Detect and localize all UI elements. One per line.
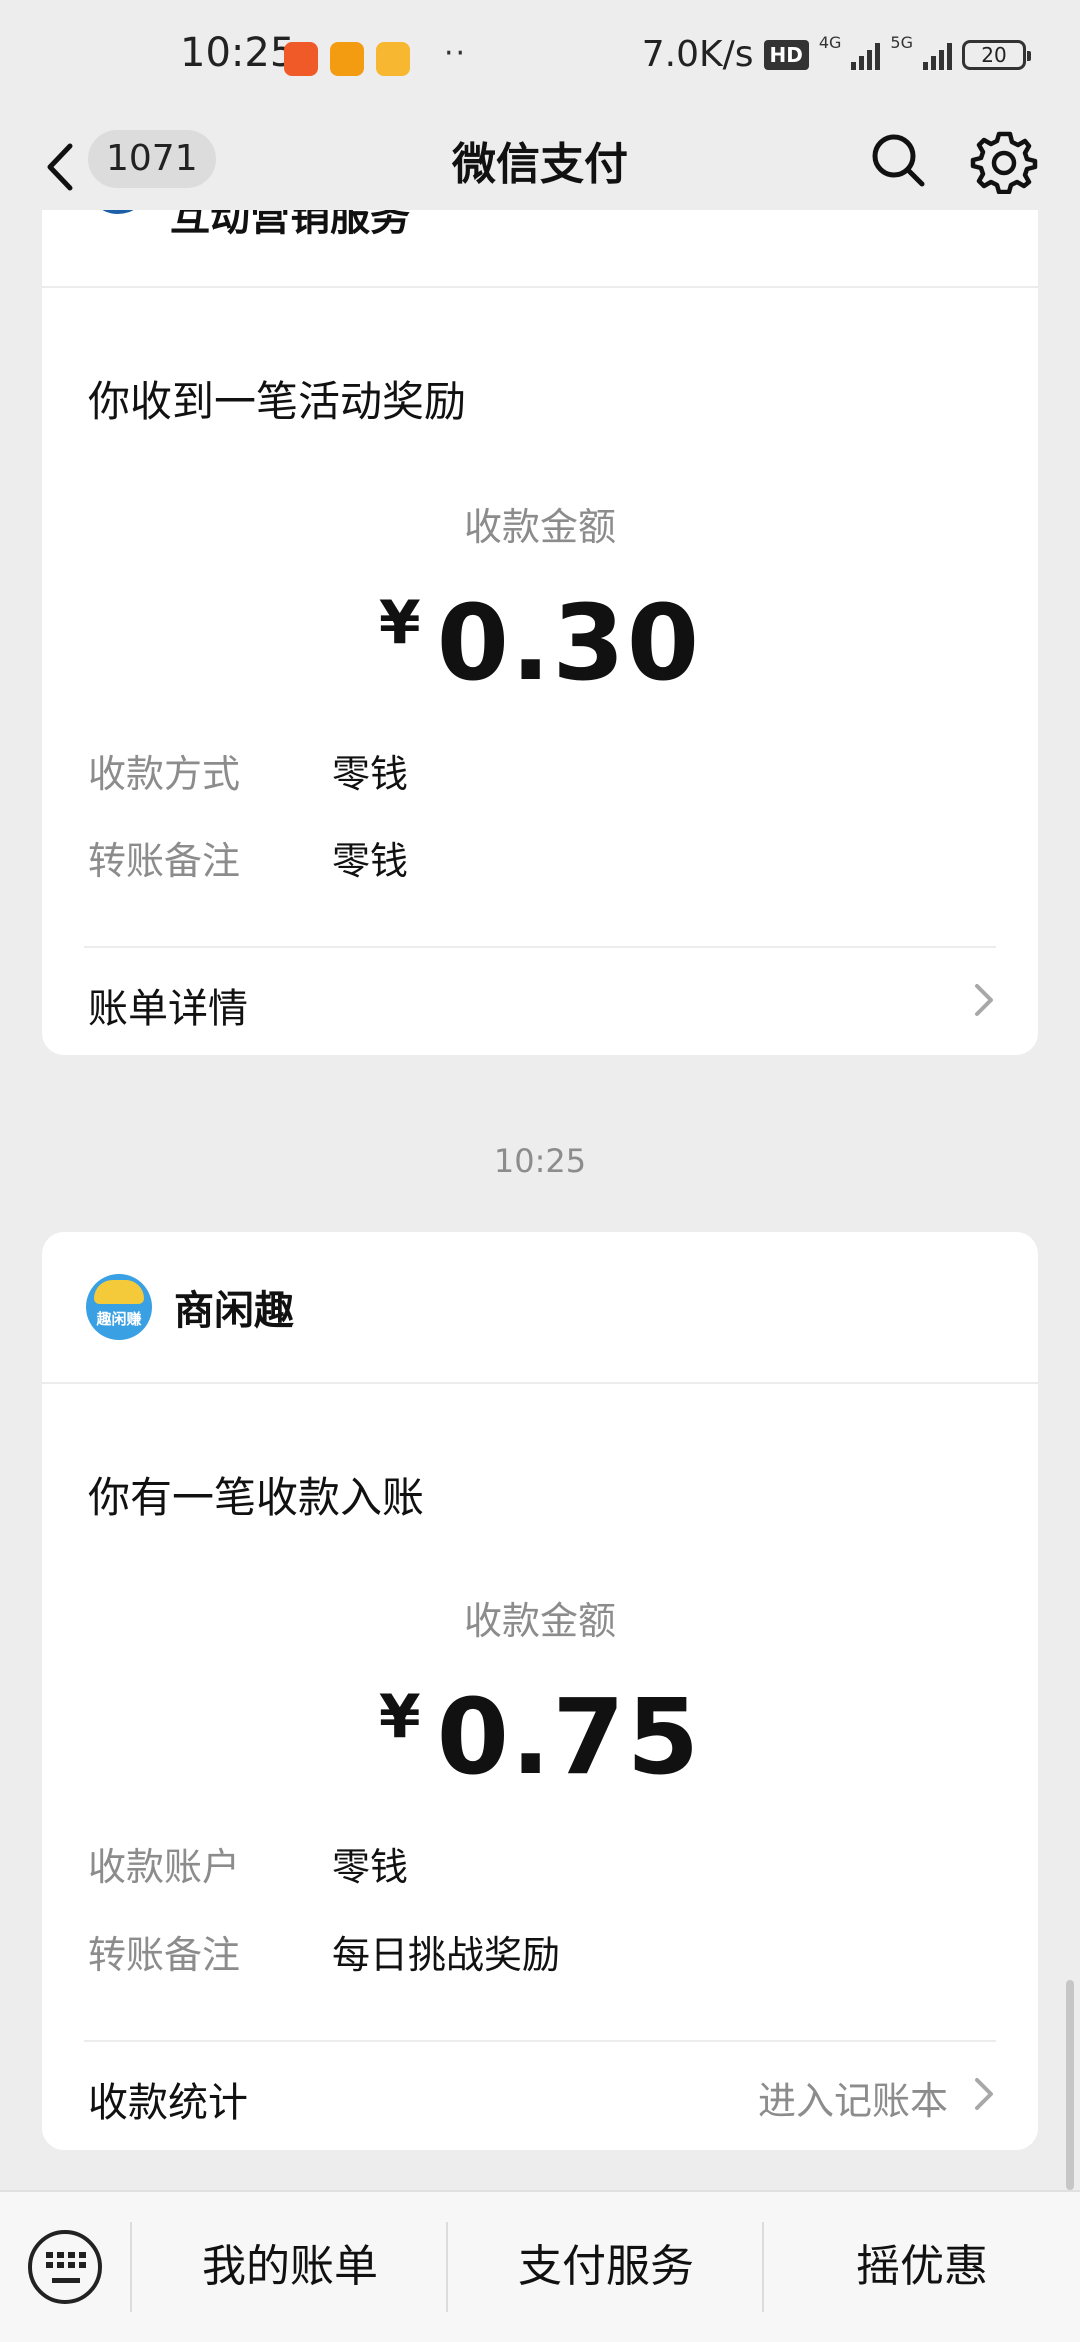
merchant-name: 商闲趣: [174, 1288, 294, 1334]
network-speed: 7.0K/s: [641, 34, 754, 75]
amount-value: 0.75: [436, 1676, 702, 1798]
gallery-app-icon: [376, 42, 410, 76]
chevron-right-icon[interactable]: [970, 978, 998, 1022]
merchant-header[interactable]: IE 互动营销服务: [42, 210, 1038, 288]
detail-label: 转账备注: [88, 839, 241, 883]
search-button[interactable]: [866, 128, 930, 192]
menu-shake-offers[interactable]: 摇优惠: [764, 2232, 1080, 2302]
message-title: 你收到一笔活动奖励: [88, 377, 467, 426]
payment-message-card: IE 互动营销服务 你收到一笔活动奖励 收款金额 ¥0.30 收款方式 零钱 转…: [42, 210, 1038, 1055]
gear-icon: [970, 131, 1038, 195]
signal-bars-icon: [851, 40, 881, 70]
divider: [84, 2040, 996, 2042]
status-app-icons: [284, 42, 410, 76]
status-time: 10:25: [180, 30, 296, 76]
amount-display: ¥0.75: [42, 1676, 1038, 1798]
merchant-name: 互动营销服务: [170, 210, 410, 240]
bill-details-link[interactable]: 账单详情: [88, 976, 248, 1034]
amount-value: 0.30: [436, 582, 702, 704]
open-ledger-link[interactable]: 进入记账本: [758, 2070, 948, 2125]
status-bar: 10:25 ·· 7.0K/s HD 4G 5G 20: [0, 0, 1080, 110]
menu-payment-services[interactable]: 支付服务: [448, 2232, 764, 2302]
menu-my-bills[interactable]: 我的账单: [132, 2232, 448, 2302]
back-button[interactable]: [40, 132, 80, 202]
chevron-left-icon: [47, 143, 73, 191]
chevron-right-icon[interactable]: [970, 2072, 998, 2116]
payment-stats-link[interactable]: 收款统计: [88, 2070, 248, 2128]
amount-label: 收款金额: [463, 505, 616, 549]
bottom-menu-bar: 我的账单 支付服务 摇优惠: [0, 2190, 1080, 2342]
unread-count-badge[interactable]: 1071: [88, 130, 216, 188]
network-5g-label: 5G: [890, 33, 913, 52]
currency-symbol: ¥: [378, 588, 421, 658]
hd-badge: HD: [763, 39, 809, 70]
merchant-header[interactable]: 趣闲赚 商闲趣: [42, 1232, 1038, 1384]
keyboard-icon: [46, 2252, 86, 2268]
status-more-indicator: ··: [444, 36, 468, 71]
detail-label: 收款账户: [88, 1845, 241, 1889]
detail-value: 每日挑战奖励: [332, 1933, 561, 1977]
divider: [84, 946, 996, 948]
keyboard-toggle-button[interactable]: [28, 2230, 102, 2304]
detail-value: 零钱: [332, 839, 409, 883]
signal-bars-icon: [923, 40, 952, 70]
merchant-logo-text: 趣闲赚: [96, 1310, 142, 1328]
merchant-logo: IE: [86, 210, 150, 214]
detail-value: 零钱: [332, 1845, 409, 1889]
amount-display: ¥0.30: [42, 582, 1038, 704]
network-4g-label: 4G: [818, 33, 842, 52]
detail-value: 零钱: [332, 752, 409, 796]
payment-message-card: 趣闲赚 商闲趣 你有一笔收款入账 收款金额 ¥0.75 收款账户 零钱 转账备注…: [42, 1232, 1038, 2150]
nav-bar: 1071 微信支付: [0, 110, 1080, 220]
settings-button[interactable]: [970, 126, 1038, 195]
video-app-icon: [284, 42, 318, 76]
message-timestamp: 10:25: [493, 1142, 587, 1180]
shopping-app-icon: [330, 42, 364, 76]
detail-label: 转账备注: [88, 1933, 241, 1977]
merchant-logo: 趣闲赚: [86, 1274, 152, 1340]
battery-icon: 20: [962, 39, 1031, 70]
scrollbar[interactable]: [1066, 1980, 1074, 2190]
currency-symbol: ¥: [378, 1682, 421, 1752]
status-right-cluster: 7.0K/s HD 4G 5G 20: [641, 33, 1031, 75]
detail-label: 收款方式: [88, 752, 241, 796]
search-icon: [872, 134, 925, 187]
message-title: 你有一笔收款入账: [88, 1473, 425, 1522]
amount-label: 收款金额: [463, 1599, 616, 1643]
